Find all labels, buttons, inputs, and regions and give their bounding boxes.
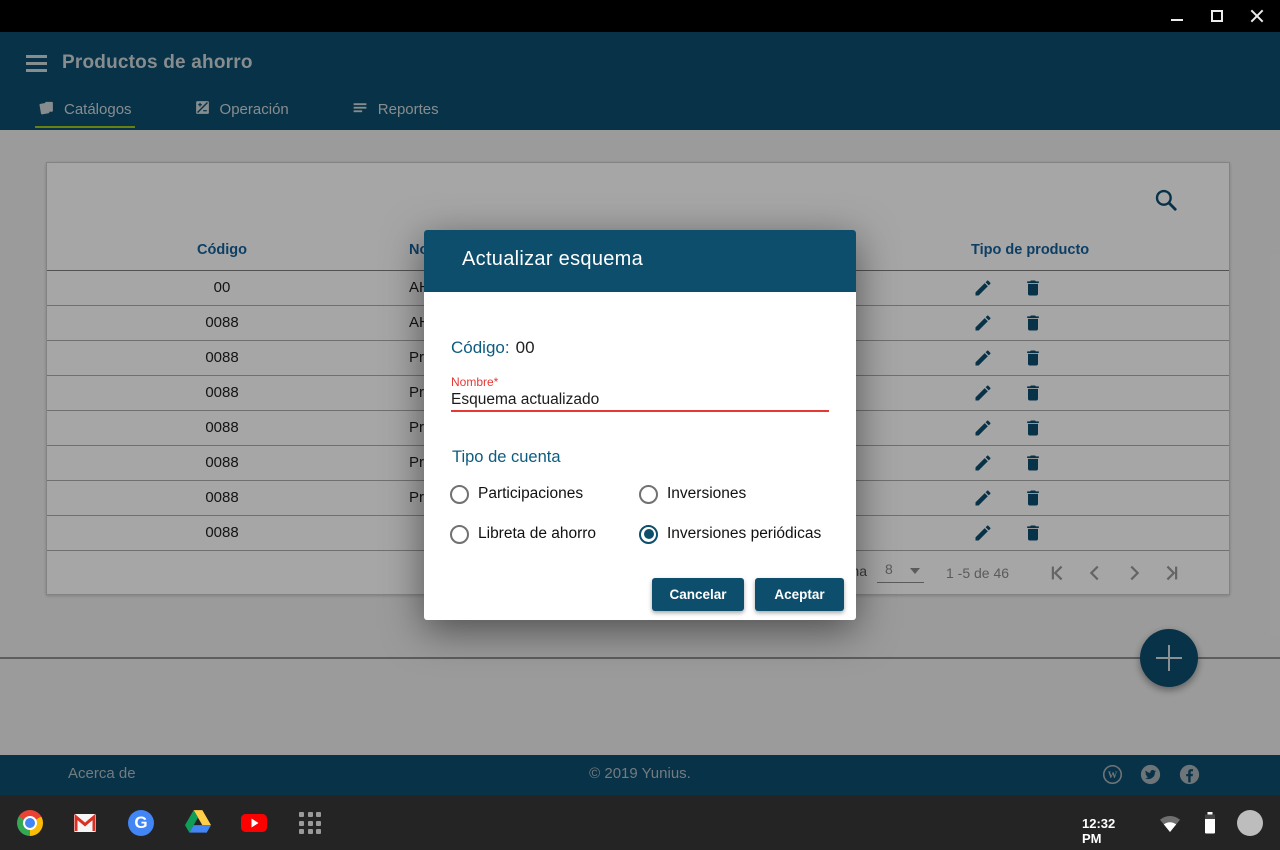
- maximize-icon[interactable]: [1210, 9, 1224, 23]
- gmail-icon[interactable]: [72, 810, 98, 836]
- app-launcher-icon[interactable]: [297, 810, 323, 836]
- radio-icon: [639, 485, 658, 504]
- drive-icon[interactable]: [185, 810, 211, 836]
- radio-label: Inversiones periódicas: [667, 525, 821, 543]
- screen: Productos de ahorro Catálogos Operación: [0, 0, 1280, 850]
- radio-selected-icon: [639, 525, 658, 544]
- input-underline: [451, 410, 829, 412]
- accept-button[interactable]: Aceptar: [755, 578, 844, 611]
- radio-label: Libreta de ahorro: [478, 525, 596, 543]
- nombre-label: Nombre*: [451, 375, 498, 389]
- close-icon[interactable]: [1250, 9, 1264, 23]
- minimize-icon[interactable]: [1170, 9, 1184, 23]
- cancel-button[interactable]: Cancelar: [652, 578, 744, 611]
- codigo-label: Código:: [451, 338, 510, 357]
- google-icon[interactable]: G: [128, 810, 154, 836]
- shelf: G 12:32 PM: [0, 795, 1280, 850]
- app-window: Productos de ahorro Catálogos Operación: [0, 32, 1280, 795]
- radio-icon: [450, 485, 469, 504]
- update-scheme-dialog: Actualizar esquema Código: 00 Nombre* Esq…: [424, 230, 856, 620]
- dialog-header: Actualizar esquema: [424, 230, 856, 292]
- avatar[interactable]: [1237, 810, 1263, 836]
- radio-label: Participaciones: [478, 485, 583, 503]
- radio-inversiones-periodicas[interactable]: Inversiones periódicas: [639, 523, 821, 545]
- radio-icon: [450, 525, 469, 544]
- window-titlebar: [0, 0, 1280, 32]
- codigo-value: 00: [516, 338, 535, 357]
- radio-libreta-de-ahorro[interactable]: Libreta de ahorro: [450, 523, 596, 545]
- youtube-icon[interactable]: [241, 810, 267, 836]
- radio-participaciones[interactable]: Participaciones: [450, 483, 583, 505]
- clock[interactable]: 12:32 PM: [1082, 816, 1138, 846]
- battery-icon[interactable]: [1198, 810, 1222, 836]
- dialog-title: Actualizar esquema: [462, 248, 643, 271]
- nombre-input[interactable]: Esquema actualizado: [451, 391, 829, 409]
- account-type-label: Tipo de cuenta: [452, 448, 561, 467]
- radio-label: Inversiones: [667, 485, 746, 503]
- codigo-row: Código: 00: [451, 338, 535, 358]
- chrome-icon[interactable]: [17, 810, 43, 836]
- radio-inversiones[interactable]: Inversiones: [639, 483, 746, 505]
- wifi-icon[interactable]: [1158, 811, 1182, 835]
